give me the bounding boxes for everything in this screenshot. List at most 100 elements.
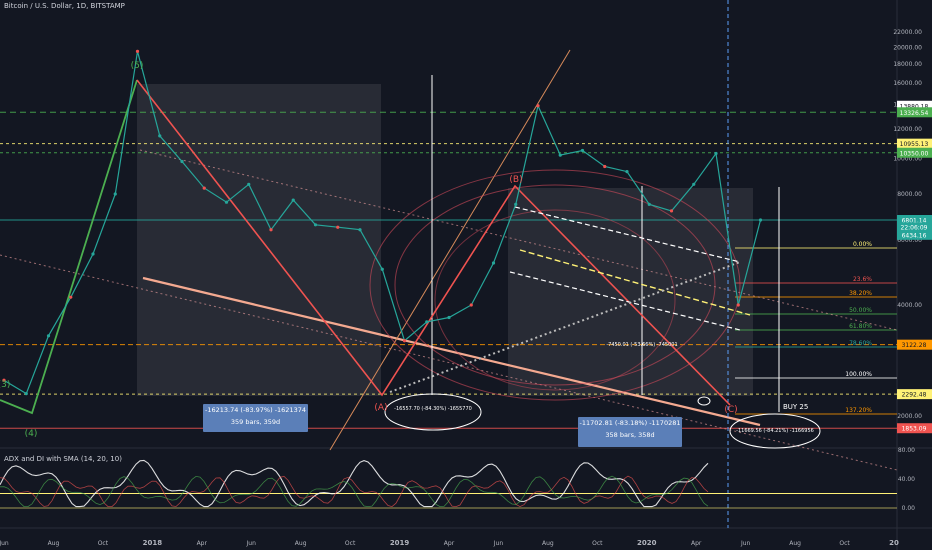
time-tick-10: Jun [493, 540, 504, 547]
indicator-di-plus [0, 475, 709, 508]
price-tick-7: 8000.00 [897, 191, 922, 198]
measure-box-2-line1: -11702.81 (-83.18%) -1170281 [579, 419, 681, 427]
price-point-1 [24, 392, 28, 396]
fib-label-4: 61.80% [849, 323, 872, 330]
price-tag-9: 1853.09 [902, 426, 927, 433]
price-point-31 [692, 182, 696, 186]
chart-stage: Bitcoin / U.S. Dollar, 1D, BITSTAMP ADX … [0, 0, 932, 550]
price-point-16 [358, 228, 362, 232]
time-tick-13: 2020 [637, 539, 657, 547]
price-point-13 [291, 198, 295, 202]
time-tick-9: Apr [444, 540, 455, 547]
time-tick-12: Oct [592, 540, 603, 547]
fib-label-2: 38.20% [849, 290, 872, 297]
price-point-33 [736, 303, 740, 307]
indicator-tick-2: 0.00 [902, 505, 916, 512]
oval-2-text: -11669.56 (-84.21%) -1166956 [736, 428, 814, 434]
price-point-18 [402, 339, 407, 343]
time-tick-7: Oct [345, 540, 356, 547]
wave-label-5: (C) [724, 405, 737, 415]
price-tag-3: 10350.00 [900, 150, 929, 157]
wave-label-1: (4) [25, 429, 38, 439]
indicator-tick-0: 80.00 [898, 447, 915, 454]
measure-box-1-line1: -16213.74 (-83.97%) -1621374 [205, 406, 306, 414]
time-tick-18: 20 [889, 539, 899, 547]
time-tick-4: Apr [197, 540, 208, 547]
oval-1-text: -16557.70 (-84.30%) -1655770 [394, 406, 472, 412]
time-tick-15: Jun [740, 540, 751, 547]
price-tag-8: 2292.48 [902, 392, 927, 399]
price-point-21 [469, 303, 473, 307]
price-tick-3: 16000.00 [893, 80, 922, 87]
price-tag-2: 10955.13 [900, 141, 929, 148]
time-tick-3: 2018 [143, 539, 163, 547]
time-tick-11: Aug [542, 540, 554, 547]
price-point-15 [336, 225, 340, 229]
time-tick-6: Aug [295, 540, 307, 547]
time-tick-16: Aug [789, 540, 801, 547]
price-point-30 [669, 209, 674, 213]
fib-label-0: 0.00% [853, 241, 872, 248]
price-point-25 [558, 153, 562, 157]
time-tick-8: 2019 [390, 539, 410, 547]
price-point-11 [247, 182, 251, 186]
oval-small [697, 396, 711, 406]
price-point-28 [625, 170, 629, 174]
wave-label-0: (5) [131, 61, 144, 71]
price-tag-1: 13326.54 [900, 110, 929, 117]
time-tick-14: Apr [691, 540, 702, 547]
price-tag-7: 3122.28 [902, 342, 927, 349]
wave-label-4: (B) [509, 175, 522, 185]
mid-measure-text: -7450.01 (-53.66%) -745001 [606, 342, 677, 348]
price-point-17 [380, 267, 384, 271]
fib-label-3: 50.00% [849, 307, 872, 314]
price-point-27 [603, 164, 607, 169]
fib-label-7: 137.20% [845, 407, 872, 414]
time-tick-1: Aug [48, 540, 60, 547]
price-point-34 [758, 218, 763, 222]
price-point-32 [714, 151, 718, 156]
price-point-20 [447, 315, 451, 320]
price-point-2 [46, 334, 51, 338]
price-point-8 [180, 159, 184, 164]
price-point-10 [224, 200, 229, 204]
price-tick-10: 2000.00 [897, 413, 922, 420]
measure-box-1: -16213.74 (-83.97%) -1621374 359 bars, 3… [203, 404, 308, 432]
price-point-22 [491, 261, 496, 265]
time-tick-5: Jun [246, 540, 257, 547]
price-tag-6: 6434.16 [902, 232, 927, 239]
price-point-19 [425, 320, 429, 324]
price-point-23 [514, 202, 518, 206]
time-tick-17: Oct [839, 540, 850, 547]
measure-rect-2 [508, 188, 753, 396]
wave-green [0, 79, 138, 415]
price-point-26 [580, 148, 585, 153]
price-chart-svg[interactable]: 0.00% 23.6% 38.20% 50.00% 61.80% 78.60% 100.00… [0, 0, 932, 550]
wave-label-3: (A) [374, 403, 387, 413]
fib-label-5: 78.60% [849, 340, 872, 347]
price-point-6 [135, 49, 140, 53]
fib-label-6: 100.00% [845, 371, 872, 378]
price-point-5 [113, 192, 117, 196]
price-tick-9: 4000.00 [897, 302, 922, 309]
buy-label: BUY 25 [783, 403, 808, 411]
measure-rect-1 [137, 84, 381, 396]
time-tick-2: Oct [98, 540, 109, 547]
price-point-14 [313, 223, 318, 227]
price-tick-0: 22000.00 [893, 29, 922, 36]
price-point-3 [69, 295, 73, 299]
price-point-4 [91, 252, 95, 256]
oval-1 [384, 393, 482, 431]
price-tick-5: 12000.00 [893, 126, 922, 133]
indicator-tick-1: 40.00 [898, 476, 915, 483]
price-point-12 [269, 228, 273, 232]
time-tick-0: Jun [0, 540, 9, 547]
wave-label-2: (3) [0, 380, 10, 390]
price-point-29 [647, 202, 651, 206]
price-point-24 [536, 104, 540, 108]
measure-box-1-line2: 359 bars, 359d [230, 418, 281, 426]
price-point-9 [202, 186, 206, 190]
fib-label-1: 23.6% [853, 276, 872, 283]
price-tick-2: 18000.00 [893, 61, 922, 68]
channel-lower [0, 254, 898, 471]
